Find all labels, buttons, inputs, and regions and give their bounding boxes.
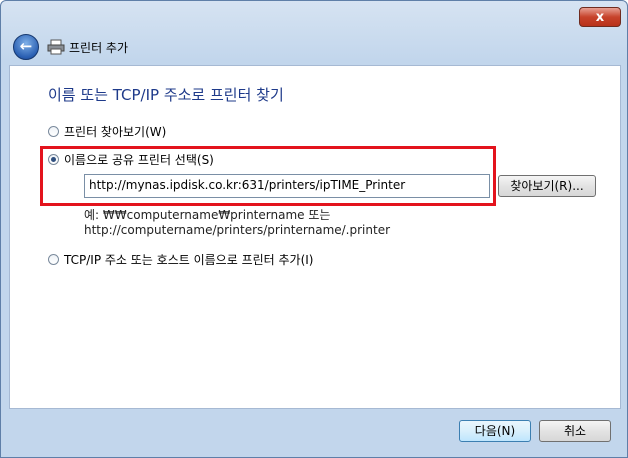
window-title: 프린터 추가	[69, 41, 129, 55]
option-browse-label[interactable]: 프린터 찾아보기(W)	[64, 123, 166, 140]
close-button[interactable]: x	[579, 7, 621, 27]
printer-icon	[47, 39, 65, 55]
radio-tcpip-printer[interactable]	[48, 254, 59, 265]
next-button[interactable]: 다음(N)	[459, 420, 531, 442]
radio-browse-printer[interactable]	[48, 126, 59, 137]
example-line-1: 예: ₩₩computername₩printername 또는	[84, 208, 331, 222]
radio-select-shared-printer[interactable]	[48, 154, 59, 165]
back-arrow-icon[interactable]: ←	[13, 34, 39, 60]
cancel-button[interactable]: 취소	[539, 420, 611, 442]
main-panel: 이름 또는 TCP/IP 주소로 프린터 찾기 프린터 찾아보기(W) 이름으로…	[9, 65, 621, 409]
dialog-window: x ← 프린터 추가 이름 또는 TCP/IP 주소로 프린터 찾기 프린터 찾…	[0, 0, 628, 458]
title-bar: ← 프린터 추가	[7, 31, 621, 65]
example-line-2: http://computername/printers/printername…	[84, 223, 391, 237]
option-shared-label[interactable]: 이름으로 공유 프린터 선택(S)	[64, 151, 214, 168]
browse-button[interactable]: 찾아보기(R)...	[498, 175, 596, 197]
page-heading: 이름 또는 TCP/IP 주소로 프린터 찾기	[48, 86, 284, 104]
shared-printer-url-input[interactable]: http://mynas.ipdisk.co.kr:631/printers/i…	[84, 174, 490, 198]
example-text: 예: ₩₩computername₩printername 또는 http://…	[84, 208, 390, 238]
option-tcpip-label[interactable]: TCP/IP 주소 또는 호스트 이름으로 프린터 추가(I)	[64, 251, 314, 268]
